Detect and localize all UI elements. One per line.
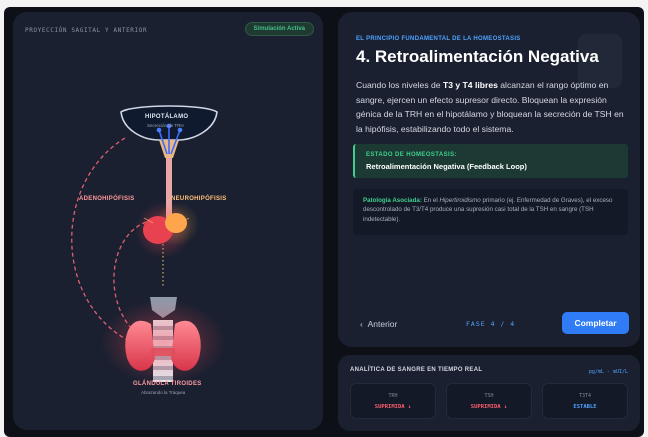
hormone-status: SUPRIMIDA ↓	[470, 404, 508, 410]
hormone-name: T3T4	[578, 393, 592, 399]
neuron-dot	[156, 127, 162, 133]
thyroid-isthmus	[151, 348, 175, 356]
explanation-card: EL PRINCIPIO FUNDAMENTAL DE LA HOMEOSTAS…	[338, 12, 640, 347]
neurohypophysis-label: NEUROHIPÓFISIS	[171, 196, 227, 202]
blood-analytics-panel: ANALÍTICA DE SANGRE EN TIEMPO REAL pg/mL…	[338, 355, 640, 431]
anatomy-panel: PROYECCIÓN SAGITAL Y ANTERIOR Simulación…	[13, 12, 323, 430]
hormone-card-trh: TRH SUPRIMIDA ↓	[350, 383, 436, 419]
thyroid-lobe-right	[171, 320, 201, 371]
status-value: Retroalimentación Negativa (Feedback Loo…	[366, 162, 527, 171]
analytics-title: ANALÍTICA DE SANGRE EN TIEMPO REAL	[350, 367, 483, 373]
chevron-left-icon: ‹	[360, 319, 363, 329]
adenohypophysis-label: ADENOHIPÓFISIS	[79, 196, 135, 202]
status-label: ESTADO DE HOMEOSTASIS:	[366, 152, 457, 158]
neurohypophysis	[165, 213, 187, 233]
analytics-units: pg/mL - mUI/L	[588, 369, 628, 375]
hypothalamus-label: HIPOTÁLAMO	[145, 114, 189, 120]
thyroid-label: GLÁNDULA TIROIDES	[133, 381, 202, 387]
step-eyebrow: EL PRINCIPIO FUNDAMENTAL DE LA HOMEOSTAS…	[356, 36, 521, 42]
back-button[interactable]: ‹ Anterior	[360, 319, 397, 329]
hormone-status: SUPRIMIDA ↓	[374, 404, 412, 410]
thyroid-lobe-left	[125, 320, 155, 371]
neuron-dot	[177, 127, 183, 133]
step-title: 4. Retroalimentación Negativa	[356, 47, 599, 66]
hormone-status: ESTABLE	[573, 404, 597, 410]
thyroid-sublabel: Abrazando la Tráquea	[141, 390, 186, 395]
anatomy-diagram	[71, 105, 225, 384]
hormone-card-tsh: TSH SUPRIMIDA ↓	[446, 383, 532, 419]
hypothalamus-sublabel: Secreción de TRH	[147, 123, 184, 128]
pathology-note: Patología Asociada: En el Hipertiroidism…	[353, 189, 628, 235]
phase-indicator: FASE 4 / 4	[466, 320, 516, 328]
hormone-name: TSH	[484, 393, 494, 399]
complete-button[interactable]: Completar	[562, 312, 629, 334]
step-description: Cuando los niveles de T3 y T4 libres alc…	[356, 80, 624, 134]
hormone-card-t3t4: T3T4 ESTABLE	[542, 383, 628, 419]
homeostasis-status: ESTADO DE HOMEOSTASIS: Retroalimentación…	[353, 144, 628, 178]
hormone-name: TRH	[388, 393, 398, 399]
